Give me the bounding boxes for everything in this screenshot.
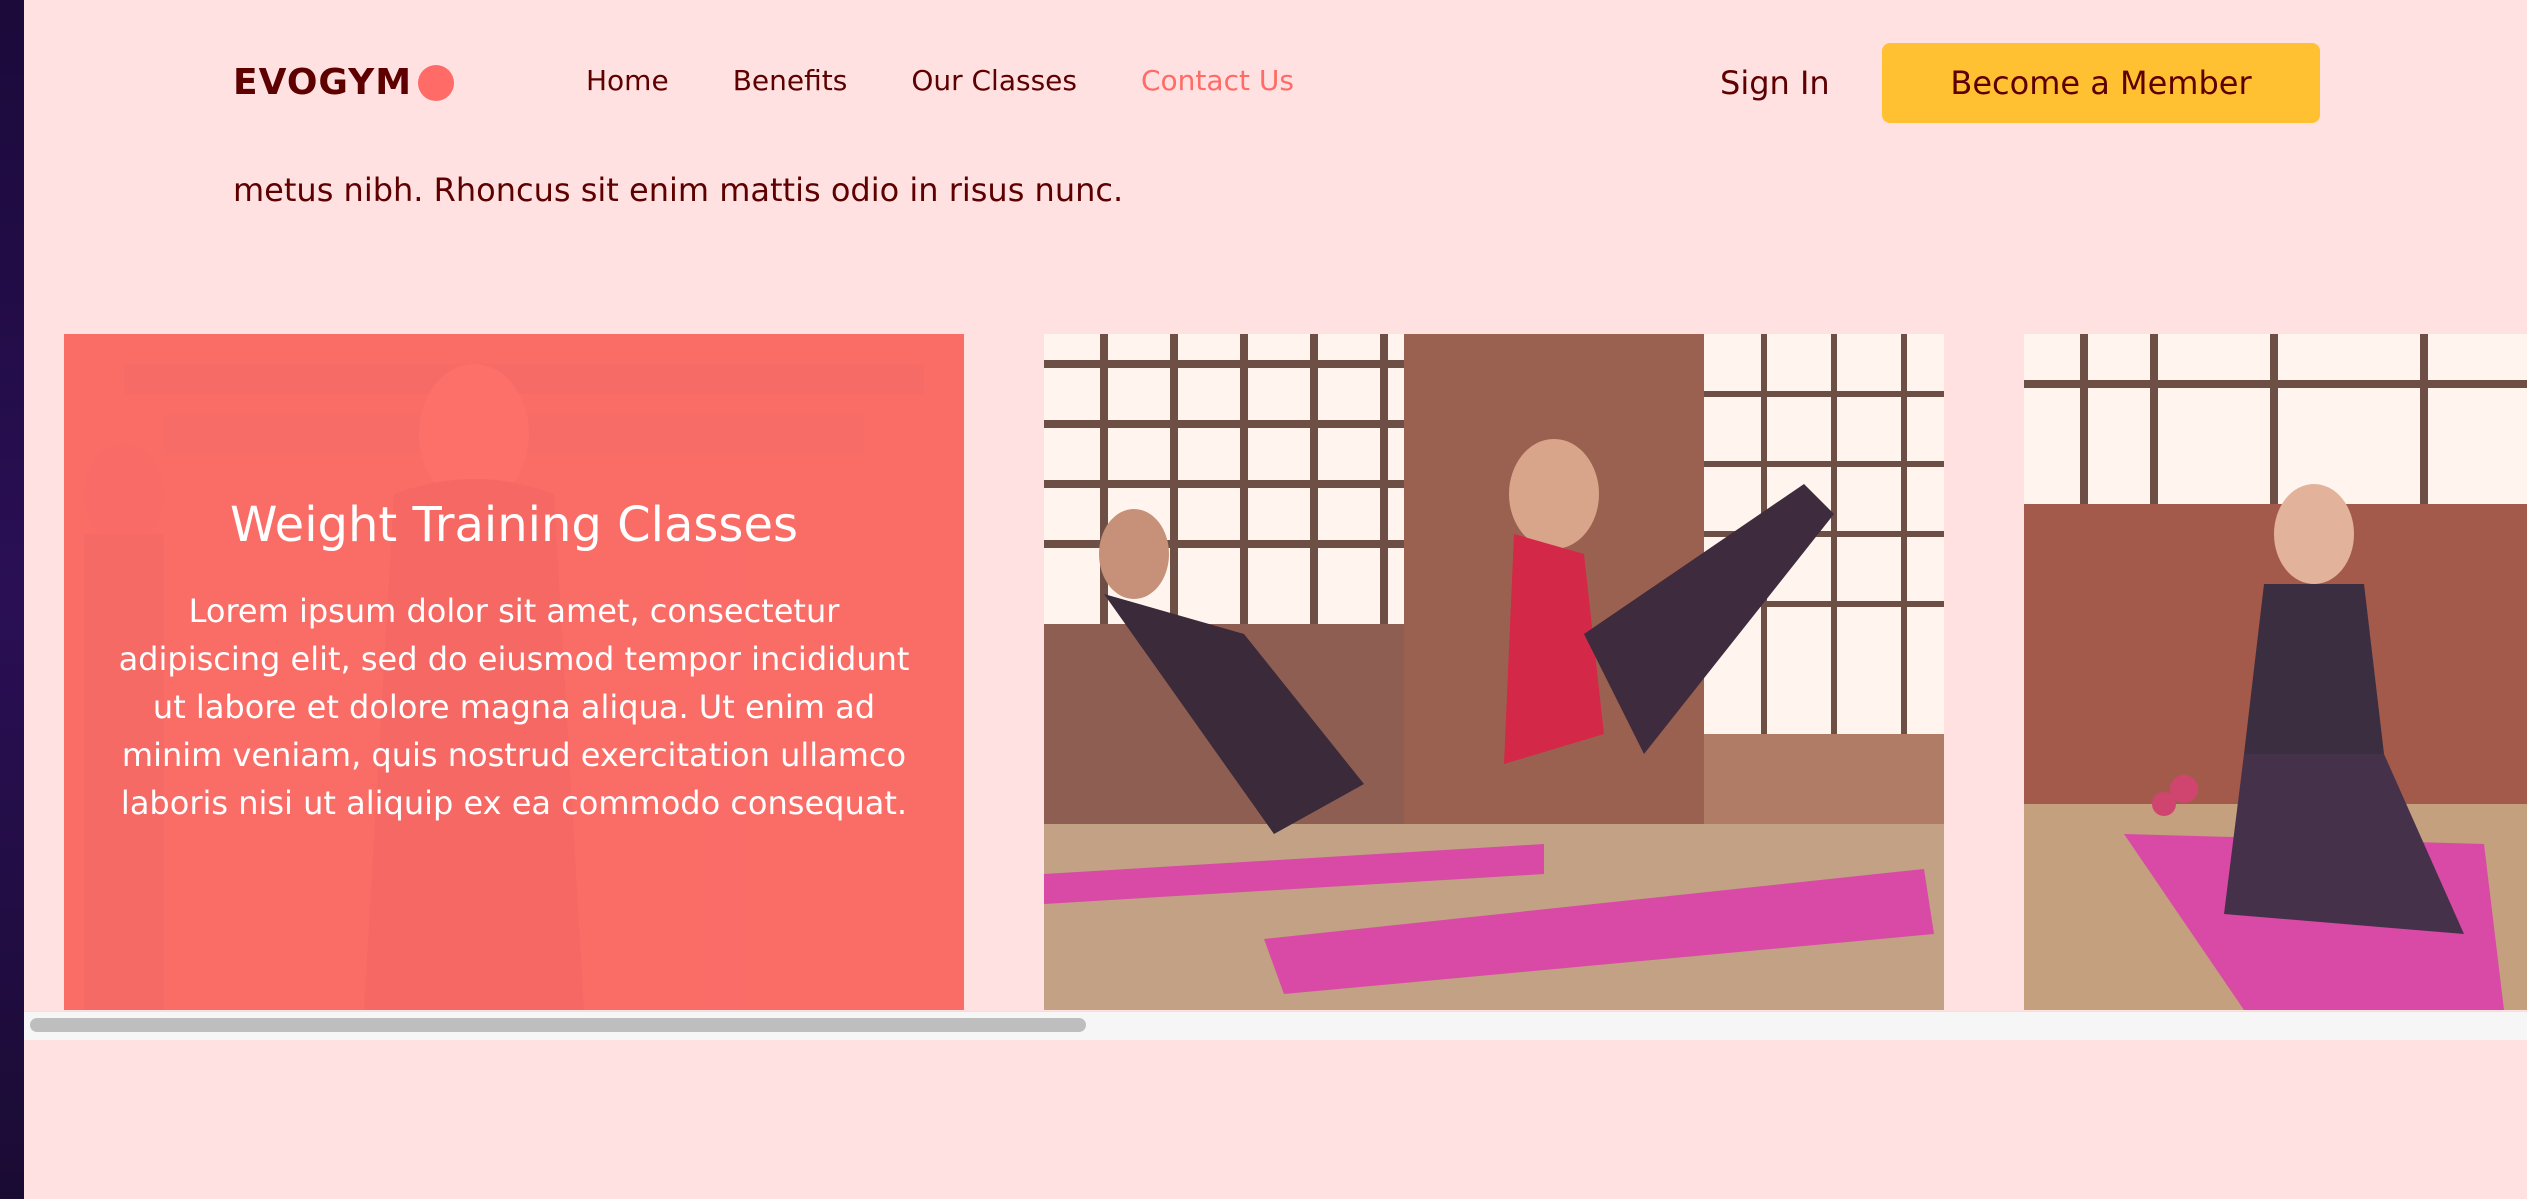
class-description: Lorem ipsum dolor sit amet, consectetur … <box>118 592 910 822</box>
class-title: Weight Training Classes <box>230 497 798 553</box>
logo-text: EVOGYM <box>233 62 413 103</box>
intro-text: metus nibh. Rhoncus sit enim mattis odio… <box>233 171 1124 209</box>
scrollbar-thumb[interactable] <box>30 1018 1086 1032</box>
nav-links: Home Benefits Our Classes Contact Us <box>586 64 1294 97</box>
sign-in-link[interactable]: Sign In <box>1720 64 1830 102</box>
yoga-class-photo <box>1044 334 1944 1010</box>
class-card-weight-training[interactable]: Weight Training Classes Lorem ipsum dolo… <box>64 334 964 1010</box>
window-edge <box>0 0 24 1199</box>
logo-dot-icon <box>418 64 455 101</box>
nav-link-benefits[interactable]: Benefits <box>733 64 848 97</box>
class-card-yoga[interactable] <box>1044 334 1944 1010</box>
logo[interactable]: EVOGYM <box>233 62 455 103</box>
horizontal-scrollbar[interactable] <box>24 1011 2527 1040</box>
classes-carousel[interactable]: Weight Training Classes Lorem ipsum dolo… <box>24 334 2527 1010</box>
nav-link-contact-us[interactable]: Contact Us <box>1141 64 1294 97</box>
fitness-class-photo <box>2024 334 2527 1010</box>
page: EVOGYM Home Benefits Our Classes Contact… <box>24 0 2527 1199</box>
class-card-fitness[interactable] <box>2024 334 2527 1010</box>
nav-link-our-classes[interactable]: Our Classes <box>911 64 1077 97</box>
become-member-button[interactable]: Become a Member <box>1882 43 2320 123</box>
navbar: EVOGYM Home Benefits Our Classes Contact… <box>24 0 2527 160</box>
nav-link-home[interactable]: Home <box>586 64 669 97</box>
class-card-overlay: Weight Training Classes Lorem ipsum dolo… <box>64 334 964 1010</box>
